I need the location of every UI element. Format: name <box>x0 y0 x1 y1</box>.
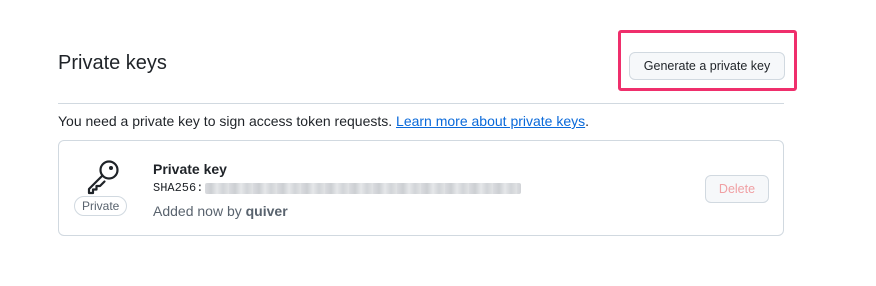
section-title: Private keys <box>58 52 167 74</box>
learn-more-link[interactable]: Learn more about private keys <box>396 113 585 129</box>
key-visibility-badge: Private <box>74 196 128 216</box>
private-key-card: Private Private key SHA256: Added now by… <box>58 140 784 236</box>
section-divider <box>58 103 784 104</box>
key-title: Private key <box>153 161 227 177</box>
added-by-user: quiver <box>245 203 288 219</box>
fingerprint-redacted <box>205 182 522 194</box>
delete-key-button[interactable]: Delete <box>705 175 769 203</box>
intro-sentence: You need a private key to sign access to… <box>58 113 393 129</box>
intro-trailing: . <box>585 113 590 129</box>
key-icon <box>87 160 119 195</box>
key-fingerprint: SHA256: <box>153 179 522 197</box>
fingerprint-label: SHA256: <box>153 181 204 195</box>
private-keys-page: Private keys Generate a private key You … <box>0 0 876 286</box>
generate-private-key-button[interactable]: Generate a private key <box>629 52 785 80</box>
added-prefix: Added now by <box>153 203 242 219</box>
intro-text: You need a private key to sign access to… <box>58 111 589 131</box>
key-added-info: Added now by quiver <box>153 201 288 221</box>
